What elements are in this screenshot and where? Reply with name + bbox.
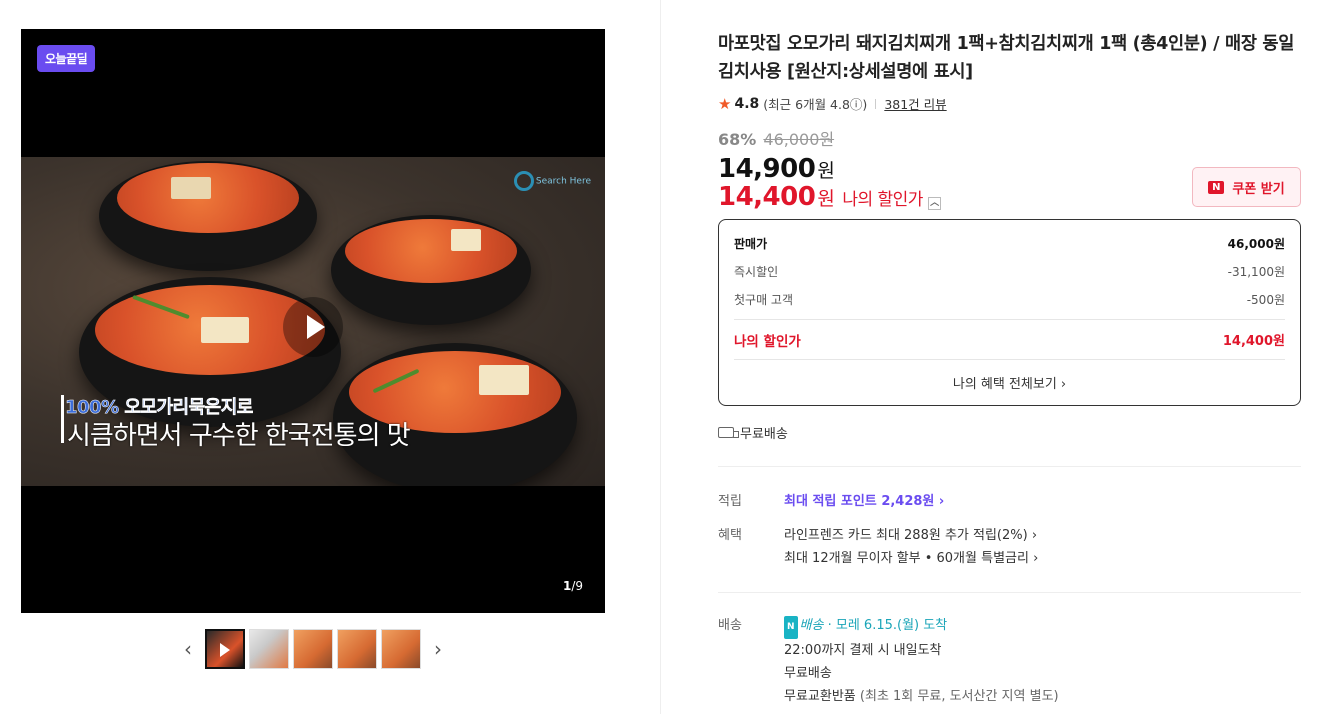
installment-benefit-link[interactable]: 최대 12개월 무이자 할부 • 60개월 특별금리 › [784, 547, 1284, 570]
rating-value: 4.8 [734, 95, 760, 112]
delivery-arrival: N 배송 · 모레 6.15.(월) 도착 [784, 614, 1284, 639]
view-all-benefits-link[interactable]: 나의 혜택 전체보기 › [734, 359, 1285, 405]
product-video-thumbnail[interactable]: Search Here 100% 오모가리묵은지로 시큼하면서 구수한 한국전통… [21, 157, 605, 486]
price-row-list-price: 판매가 46,000원 [734, 236, 1285, 251]
price-row-my-price: 나의 할인가 14,400원 [734, 319, 1285, 359]
play-icon [220, 643, 230, 657]
product-info-panel: 마포맛집 오모가리 돼지김치찌개 1팩+참치김치찌개 1팩 (총4인분) / 매… [718, 30, 1301, 704]
thumbnail-2[interactable] [249, 629, 289, 669]
channel-logo-icon [513, 171, 534, 191]
thumbnail-1[interactable] [205, 629, 245, 669]
delivery-free: 무료배송 [784, 666, 832, 681]
card-benefit-link[interactable]: 라인프렌즈 카드 최대 288원 추가 적립(2%) › [784, 524, 1284, 547]
rating-row: ★ 4.8 (최근 6개월 4.8ⓘ) 381건 리뷰 [718, 94, 1301, 113]
delivery-cutoff: 22:00까지 결제 시 내일도착 [784, 643, 942, 658]
points-label: 적립 [718, 494, 742, 509]
review-count-link[interactable]: 381건 리뷰 [884, 94, 946, 113]
divider [718, 466, 1301, 467]
truck-icon [718, 427, 739, 438]
original-price: 46,000원 [763, 130, 835, 149]
thumb-next-chevron-right-icon[interactable]: › [425, 629, 451, 669]
product-page: 오늘끝딜 Search Here 100% 오모가리묵은지로 시큼하면서 구수한… [0, 0, 1333, 714]
product-media-viewer[interactable]: 오늘끝딜 Search Here 100% 오모가리묵은지로 시큼하면서 구수한… [21, 29, 605, 613]
free-return: 무료교환반품 (최초 1회 무료, 도서산간 지역 별도) [784, 689, 1059, 704]
discount-row: 68% 46,000원 [718, 126, 1301, 150]
thumb-prev-chevron-left-icon[interactable]: ‹ [175, 629, 201, 669]
max-points-link[interactable]: 최대 적립 포인트 2,428원 › [784, 490, 1284, 513]
naver-n-icon: N [1208, 180, 1225, 194]
discount-percent: 68% [718, 130, 757, 149]
product-title: 마포맛집 오모가리 돼지김치찌개 1팩+참치김치찌개 1팩 (총4인분) / 매… [718, 34, 1295, 82]
benefits-label: 혜택 [718, 528, 742, 543]
get-coupon-button[interactable]: N 쿠폰 받기 [1192, 167, 1301, 207]
price-breakdown-box: 판매가 46,000원 즉시할인 -31,100원 첫구매 고객 -500원 나… [718, 219, 1301, 406]
play-video-button[interactable] [283, 297, 343, 357]
thumbnail-4[interactable] [337, 629, 377, 669]
media-counter: 1/9 [562, 579, 583, 593]
video-caption-line2: 시큼하면서 구수한 한국전통의 맛 [67, 421, 411, 451]
today-deal-badge: 오늘끝딜 [37, 45, 96, 72]
thumbnail-5[interactable] [381, 629, 421, 669]
price-row-instant-discount: 즉시할인 -31,100원 [734, 264, 1285, 279]
column-divider [660, 0, 661, 714]
chevron-up-icon[interactable]: ︿ [927, 197, 941, 210]
thumbnail-3[interactable] [293, 629, 333, 669]
channel-watermark: Search Here [513, 171, 591, 191]
divider [718, 592, 1301, 593]
caption-bar [61, 395, 64, 443]
thumbnail-strip: ‹ › [175, 628, 451, 670]
separator [875, 98, 877, 109]
my-price-label: 나의 할인가 [842, 190, 923, 210]
delivery-label: 배송 [718, 618, 742, 633]
free-shipping-row: 무료배송 [718, 423, 788, 442]
star-icon: ★ [718, 94, 732, 113]
n-delivery-icon: N [784, 616, 798, 639]
price-row-first-purchase: 첫구매 고객 -500원 [734, 292, 1285, 307]
rating-recent[interactable]: (최근 6개월 4.8ⓘ) [763, 94, 867, 113]
